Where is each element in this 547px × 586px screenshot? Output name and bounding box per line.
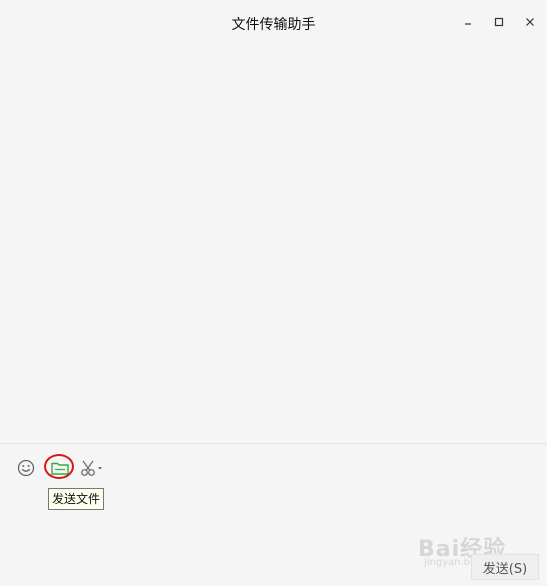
chevron-down-icon: [98, 467, 102, 470]
maximize-button[interactable]: [485, 9, 513, 35]
highlight-circle: [44, 454, 74, 479]
send-button[interactable]: 发送(S): [471, 554, 539, 580]
send-file-tooltip: 发送文件: [48, 488, 105, 510]
minimize-icon: [465, 23, 471, 25]
emoji-button[interactable]: [15, 457, 37, 479]
smiley-face-icon: [17, 459, 35, 477]
message-list[interactable]: [0, 45, 547, 442]
screenshot-button[interactable]: [79, 457, 105, 479]
close-icon: [526, 18, 534, 26]
close-button[interactable]: [516, 9, 544, 35]
minimize-button[interactable]: [454, 9, 482, 35]
scissors-icon: [81, 460, 102, 476]
chat-window: 文件传输助手 发送文件 Bai经验 发送(S): [0, 0, 547, 586]
maximize-icon: [494, 17, 504, 27]
